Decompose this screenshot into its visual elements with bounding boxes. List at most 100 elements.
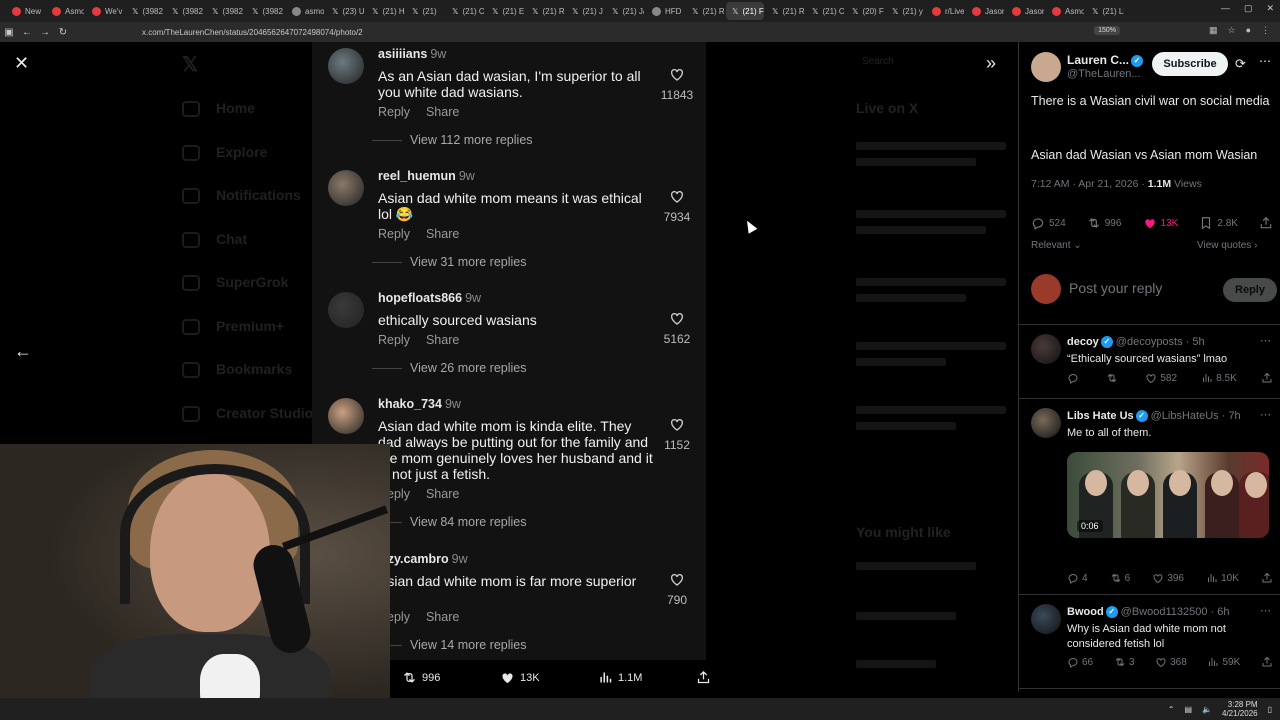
like-heart-icon[interactable]	[668, 571, 686, 587]
retweet-action[interactable]: 3	[1114, 656, 1134, 668]
heart-action[interactable]: 582	[1145, 372, 1177, 384]
more-options-icon[interactable]: ⋯	[1260, 604, 1271, 617]
browser-tab[interactable]: 𝕏 (3982	[126, 2, 164, 20]
browser-tab[interactable]: Jason	[966, 2, 1004, 20]
back-icon[interactable]: ←	[18, 27, 36, 38]
browser-tab[interactable]: 𝕏 (21) R	[686, 2, 724, 20]
author-handle[interactable]: @TheLauren...	[1067, 68, 1141, 80]
tray-chevron-icon[interactable]: ⌃	[1168, 705, 1175, 714]
collapse-panel-icon[interactable]: »	[986, 54, 996, 72]
share-link[interactable]: Share	[426, 333, 459, 347]
retweet-action[interactable]	[1106, 372, 1121, 384]
views-action[interactable]: 8.5K	[1201, 372, 1237, 384]
commenter-username[interactable]: khako_734 9w	[378, 397, 461, 411]
reply-avatar[interactable]	[1031, 408, 1061, 438]
view-more-replies[interactable]: View 84 more replies	[372, 515, 527, 529]
browser-tab[interactable]: r/Live	[926, 2, 964, 20]
reply-avatar[interactable]	[1031, 604, 1061, 634]
like-button[interactable]: 13K	[500, 670, 540, 685]
views-action[interactable]: 59K	[1207, 656, 1240, 668]
share-link[interactable]: Share	[426, 610, 459, 624]
retweet-stat[interactable]: 996	[1087, 216, 1121, 230]
browser-tab[interactable]: 𝕏 (21) J	[566, 2, 604, 20]
close-window-icon[interactable]: ✕	[1266, 3, 1274, 14]
browser-tab[interactable]: We'v	[86, 2, 124, 20]
browser-tab[interactable]: Jason	[1006, 2, 1044, 20]
view-quotes-link[interactable]: View quotes ›	[1197, 240, 1257, 251]
browser-tab[interactable]: 𝕏 (3982	[246, 2, 284, 20]
like-heart-icon[interactable]	[668, 188, 686, 204]
commenter-username[interactable]: izzy.cambro 9w	[378, 552, 468, 566]
browser-tab[interactable]: Asmo	[46, 2, 84, 20]
reply-author[interactable]: Libs Hate Us ✓ @LibsHateUs · 7h	[1067, 410, 1241, 423]
reply-author[interactable]: decoy ✓ @decoyposts · 5h	[1067, 336, 1205, 349]
close-icon[interactable]: ✕	[14, 54, 29, 72]
menu-icon[interactable]: ⋮	[1261, 25, 1270, 36]
more-options-icon[interactable]: ⋯	[1260, 408, 1271, 421]
reply-button[interactable]: Reply	[1223, 278, 1277, 302]
bookmark-stat[interactable]: 2.8K	[1199, 216, 1238, 230]
share-button[interactable]	[696, 670, 711, 685]
taskbar-clock[interactable]: 3:28 PM 4/21/2026	[1222, 700, 1258, 718]
like-stat[interactable]: 13K	[1143, 216, 1178, 230]
reply-post[interactable]: Libs Hate Us ✓ @LibsHateUs · 7h ⋯ Me to all …	[1019, 404, 1280, 598]
browser-tab[interactable]: New	[6, 2, 44, 20]
author-name[interactable]: Lauren C... ✓	[1067, 53, 1144, 67]
browser-tab[interactable]: Asmo	[1046, 2, 1084, 20]
share-action[interactable]	[1261, 572, 1273, 584]
reload-icon[interactable]: ↻	[54, 27, 72, 38]
like-heart-icon[interactable]	[668, 416, 686, 432]
url-field[interactable]: x.com/TheLaurenChen/status/2046562647072…	[142, 28, 363, 37]
forward-icon[interactable]: →	[36, 27, 54, 38]
view-more-replies[interactable]: View 14 more replies	[372, 638, 527, 652]
commenter-username[interactable]: hopefloats866 9w	[378, 291, 481, 305]
browser-tab[interactable]: 𝕏 (23) U	[326, 2, 364, 20]
browser-tab[interactable]: 𝕏 (21) R	[766, 2, 804, 20]
commenter-avatar[interactable]	[328, 48, 364, 84]
view-more-replies[interactable]: View 31 more replies	[372, 255, 527, 269]
reply-avatar[interactable]	[1031, 334, 1061, 364]
view-more-replies[interactable]: View 112 more replies	[372, 133, 533, 147]
extension-icon[interactable]: ▦	[1209, 25, 1218, 36]
heart-action[interactable]: 396	[1152, 572, 1184, 584]
comment-action[interactable]: 4	[1067, 572, 1088, 584]
browser-tab[interactable]: 𝕏 (21) C	[806, 2, 844, 20]
views-action[interactable]: 10K	[1206, 572, 1239, 584]
sidebar-toggle-icon[interactable]: ▣	[0, 27, 18, 38]
browser-tab[interactable]: 𝕏 (21) C	[446, 2, 484, 20]
more-options-icon[interactable]: ⋯	[1260, 334, 1271, 347]
like-heart-icon[interactable]	[668, 66, 686, 82]
reply-post[interactable]: decoy ✓ @decoyposts · 5h ⋯ “Ethically source…	[1019, 330, 1280, 402]
share-action[interactable]	[1261, 656, 1273, 668]
author-avatar[interactable]	[1031, 52, 1061, 82]
share-link[interactable]: Share	[426, 105, 459, 119]
browser-tab[interactable]: 𝕏 (21) R	[526, 2, 564, 20]
reply-link[interactable]: Reply	[378, 333, 410, 347]
comment-action[interactable]: 66	[1067, 656, 1093, 668]
comment-action[interactable]	[1067, 372, 1082, 384]
browser-tab[interactable]: 𝕏(21) Ja	[606, 2, 644, 20]
more-options-icon[interactable]: ⋯	[1259, 54, 1271, 68]
reply-author[interactable]: Bwood ✓ @Bwood1132500 · 6h	[1067, 606, 1230, 619]
profile-icon[interactable]: ●	[1246, 25, 1251, 36]
reply-link[interactable]: Reply	[378, 227, 410, 241]
network-icon[interactable]: ▤	[1184, 705, 1192, 714]
share-action[interactable]	[1261, 372, 1273, 384]
window-controls[interactable]: — ▢ ✕	[1221, 3, 1274, 14]
reply-link[interactable]: Reply	[378, 105, 410, 119]
share-stat[interactable]	[1259, 216, 1273, 230]
browser-tab[interactable]: asmo	[286, 2, 324, 20]
star-icon[interactable]: ☆	[1227, 25, 1235, 36]
views-button[interactable]: 1.1M	[598, 670, 642, 685]
retweet-button[interactable]: 996	[402, 670, 440, 685]
sort-dropdown[interactable]: Relevant ⌄	[1031, 240, 1082, 251]
share-link[interactable]: Share	[426, 487, 459, 501]
view-more-replies[interactable]: View 26 more replies	[372, 361, 527, 375]
subscribe-button[interactable]: Subscribe	[1152, 52, 1228, 76]
browser-tab[interactable]: 𝕏 (21) E	[486, 2, 524, 20]
browser-tab[interactable]: 𝕏 (3982	[166, 2, 204, 20]
commenter-avatar[interactable]	[328, 170, 364, 206]
minimize-icon[interactable]: —	[1221, 3, 1230, 14]
browser-tab[interactable]: 𝕏 (21)	[406, 2, 444, 20]
grok-icon[interactable]: ⟳	[1235, 56, 1246, 72]
